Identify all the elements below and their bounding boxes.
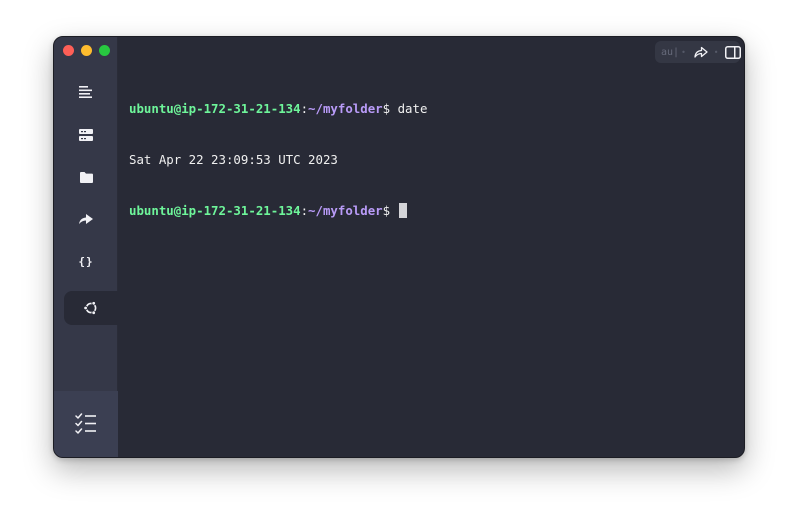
terminal-line: ubuntu@ip-172-31-21-134:~/myfolder$ date [129, 100, 734, 117]
split-panel-icon [724, 45, 741, 59]
command-output: Sat Apr 22 23:09:53 UTC 2023 [129, 152, 338, 167]
sidebar-item-files[interactable] [54, 160, 118, 194]
toolbar-dim-label: au| [661, 46, 680, 58]
menu-lines-icon [79, 86, 92, 98]
sidebar-item-menu[interactable] [54, 75, 118, 109]
terminal-cursor [398, 203, 407, 218]
terminal-line: Sat Apr 22 23:09:53 UTC 2023 [129, 151, 734, 168]
sidebar-checklist-button[interactable] [54, 391, 118, 457]
terminal-output[interactable]: ubuntu@ip-172-31-21-134:~/myfolder$ date… [129, 66, 734, 253]
folder-icon [79, 171, 93, 183]
prompt-symbol: $ [382, 101, 398, 116]
split-panel-button[interactable] [724, 45, 741, 59]
forward-arrow-icon [79, 214, 93, 224]
servers-icon [79, 129, 93, 141]
top-toolbar: au| • • [655, 41, 741, 63]
command-text: date [397, 101, 428, 116]
prompt-path: ~/myfolder [308, 203, 383, 218]
toolbar-separator: • [713, 47, 719, 57]
prompt-colon: : [300, 101, 309, 116]
terminal-window: {} ubuntu@ip-172-31-21-134:~/myfolder$ d… [53, 36, 745, 458]
sidebar-item-snippets[interactable]: {} [54, 244, 118, 278]
sidebar-item-forwarding[interactable] [54, 202, 118, 236]
ubuntu-icon [83, 301, 97, 315]
prompt-user-host: ubuntu@ip-172-31-21-134 [129, 203, 301, 218]
prompt-user-host: ubuntu@ip-172-31-21-134 [129, 101, 301, 116]
minimize-window-button[interactable] [81, 45, 92, 56]
toolbar-separator: • [681, 47, 686, 57]
checklist-icon [75, 413, 96, 434]
prompt-colon: : [300, 203, 309, 218]
sidebar-item-ubuntu[interactable] [64, 291, 118, 325]
sidebar-item-hosts[interactable] [54, 118, 118, 152]
close-window-button[interactable] [63, 45, 74, 56]
prompt-path: ~/myfolder [308, 101, 383, 116]
terminal-line: ubuntu@ip-172-31-21-134:~/myfolder$ [129, 202, 734, 219]
maximize-window-button[interactable] [99, 45, 110, 56]
prompt-symbol: $ [382, 203, 398, 218]
sidebar: {} [54, 37, 118, 457]
braces-icon: {} [78, 254, 94, 268]
window-controls [63, 45, 110, 56]
share-button[interactable] [694, 46, 708, 58]
share-arrow-icon [694, 46, 708, 58]
